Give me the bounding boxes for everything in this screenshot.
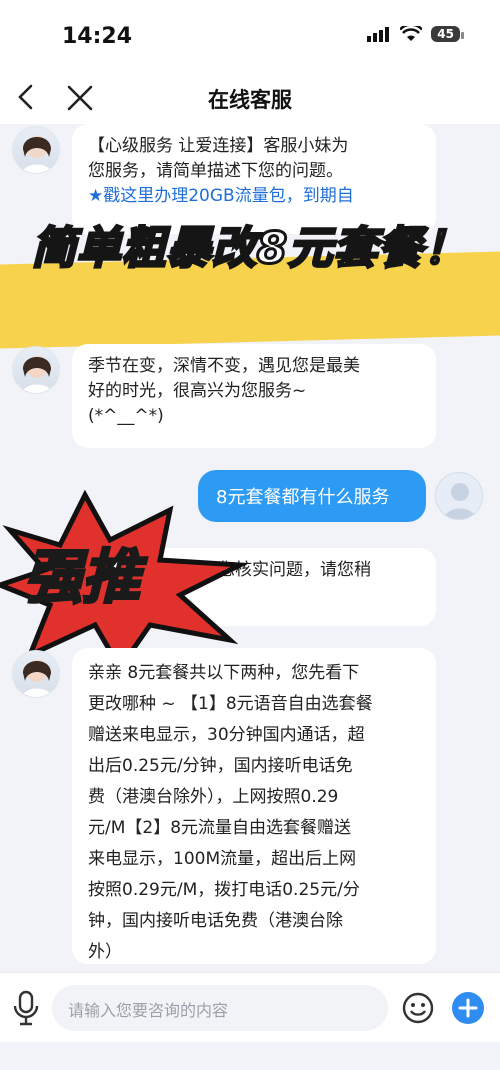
- message-text: 更改哪种 ~ 【1】8元语音自由选套餐: [88, 694, 373, 714]
- overlay-banner-title: 简单粗暴改8元套餐！: [30, 222, 469, 276]
- agent-avatar: [12, 650, 60, 698]
- message-input[interactable]: 请输入您要咨询的内容: [52, 985, 388, 1031]
- emoji-icon[interactable]: [402, 992, 434, 1024]
- message-text: 您服务，请简单描述下您的问题。: [88, 161, 343, 181]
- message-text: (*^__^*): [88, 406, 164, 426]
- signal-icon: [367, 27, 390, 42]
- message-text: 亲亲 8元套餐共以下两种，您先看下: [88, 663, 360, 683]
- agent-message-4: 亲亲 8元套餐共以下两种，您先看下 更改哪种 ~ 【1】8元语音自由选套餐 赠送…: [72, 648, 436, 964]
- page-title: 在线客服: [208, 88, 292, 112]
- promo-link[interactable]: ★戳这里办理20GB流量包，到期自: [88, 184, 420, 209]
- sticker-text: 强推: [22, 542, 141, 613]
- message-text: 钟，国内接听电话免费（港澳台除: [88, 911, 343, 931]
- nav-bar: 在线客服: [0, 72, 500, 124]
- message-text: 外）: [88, 942, 122, 962]
- input-bar: 请输入您要咨询的内容: [0, 972, 500, 1042]
- agent-avatar: [12, 346, 60, 394]
- status-time: 14:24: [62, 24, 133, 49]
- message-text: 【心级服务 让爱连接】客服小妹为: [88, 136, 349, 156]
- status-bar: 14:24 45: [0, 0, 500, 72]
- message-text: 季节在变，深情不变，遇见您是最美: [88, 356, 360, 376]
- user-avatar: [435, 472, 483, 520]
- status-icons: 45: [367, 26, 464, 42]
- message-text: 赠送来电显示，30分钟国内通话，超: [88, 725, 365, 745]
- message-text: 出后0.25元/分钟，国内接听电话免: [88, 756, 353, 776]
- wifi-icon: [400, 26, 423, 41]
- agent-message-2: 季节在变，深情不变，遇见您是最美 好的时光，很高兴为您服务~ (*^__^*): [72, 344, 436, 448]
- agent-avatar: [12, 126, 60, 174]
- message-text: 费（港澳台除外），上网按照0.29: [88, 787, 339, 807]
- message-text: 来电显示，100M流量，超出后上网: [88, 849, 357, 869]
- mic-icon[interactable]: [10, 990, 42, 1026]
- plus-icon[interactable]: [452, 992, 484, 1024]
- message-text: 好的时光，很高兴为您服务~: [88, 381, 307, 401]
- message-text: 按照0.29元/M，拨打电话0.25元/分: [88, 880, 360, 900]
- message-text: 元/M【2】8元流量自由选套餐赠送: [88, 818, 352, 838]
- battery-indicator: 45: [431, 26, 464, 42]
